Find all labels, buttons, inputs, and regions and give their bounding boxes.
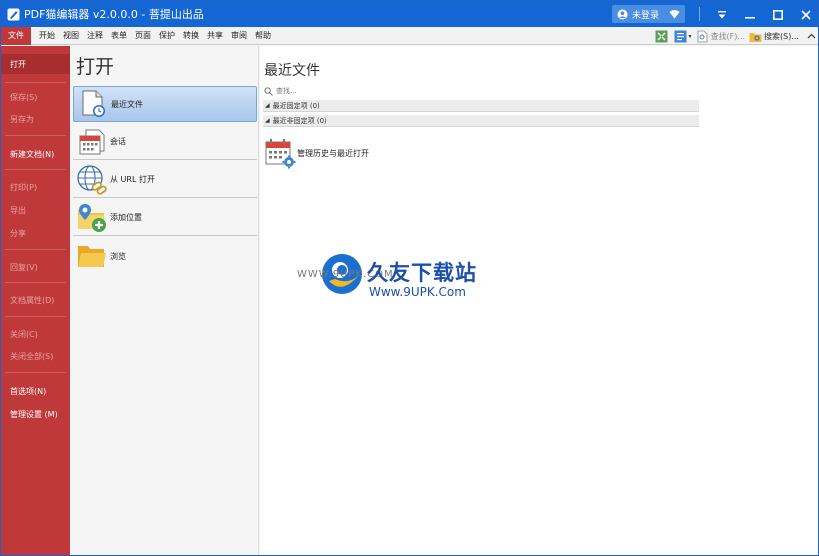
sidebar-divider bbox=[5, 372, 66, 373]
group-label: 最近固定项 (0) bbox=[272, 101, 320, 110]
open-option-session[interactable]: 会话 bbox=[73, 124, 257, 160]
menu-home[interactable]: 开始 bbox=[36, 27, 58, 45]
menu-file[interactable]: 文件 bbox=[1, 26, 31, 45]
recent-files-icon bbox=[76, 87, 110, 121]
title-bar: PDF猫编辑器 v2.0.0.0 - 菩提山出品 未登录 bbox=[1, 1, 818, 27]
menu-bar: 文件 开始 视图 注释 表单 页面 保护 转换 共享 审阅 帮助 ▾ 查找(F)… bbox=[1, 26, 818, 45]
expand-triangle-icon: ◢ bbox=[265, 102, 270, 109]
menu-form[interactable]: 表单 bbox=[108, 27, 130, 45]
sidebar-divider bbox=[5, 282, 66, 283]
menu-help[interactable]: 帮助 bbox=[252, 27, 274, 45]
sidebar-item-save-as[interactable]: 另存为 bbox=[1, 111, 70, 127]
menu-convert[interactable]: 转换 bbox=[180, 27, 202, 45]
document-options-button[interactable]: ▾ bbox=[674, 30, 692, 43]
find-label: 查找(F)... bbox=[710, 31, 746, 41]
sidebar-item-close[interactable]: 关闭(C) bbox=[1, 326, 70, 342]
expand-triangle-icon: ◢ bbox=[265, 117, 270, 124]
sidebar-divider bbox=[5, 82, 66, 83]
open-panel-title: 打开 bbox=[76, 56, 115, 78]
ribbon-options-icon bbox=[717, 5, 727, 24]
title-bar-controls: 未登录 bbox=[611, 1, 818, 27]
find-icon bbox=[696, 30, 709, 43]
close-icon bbox=[801, 5, 811, 24]
sidebar-item-save[interactable]: 保存(S) bbox=[1, 89, 70, 105]
close-button[interactable] bbox=[792, 1, 818, 27]
maximize-icon bbox=[773, 5, 783, 24]
sidebar-item-preferences[interactable]: 首选项(N) bbox=[1, 383, 70, 399]
menu-view[interactable]: 视图 bbox=[60, 27, 82, 45]
menu-page[interactable]: 页面 bbox=[132, 27, 154, 45]
recent-search-placeholder: 查找... bbox=[276, 87, 297, 95]
sidebar-item-document-properties[interactable]: 文档属性(D) bbox=[1, 292, 70, 308]
folder-icon bbox=[75, 239, 109, 273]
open-option-recent-files[interactable]: 最近文件 bbox=[73, 86, 257, 122]
manage-history-label: 管理历史与最近打开 bbox=[297, 148, 369, 158]
open-option-add-location[interactable]: 添加位置 bbox=[73, 200, 257, 236]
globe-link-icon bbox=[75, 163, 109, 197]
menu-review[interactable]: 审阅 bbox=[228, 27, 250, 45]
minimize-icon bbox=[745, 5, 755, 24]
user-avatar-icon bbox=[617, 9, 628, 20]
group-label: 最近非固定项 (0) bbox=[272, 116, 327, 125]
collapse-ribbon-button[interactable] bbox=[807, 32, 816, 41]
sidebar-item-reply[interactable]: 回复(V) bbox=[1, 259, 70, 275]
group-pinned-recent[interactable]: ◢ 最近固定项 (0) bbox=[263, 100, 699, 112]
menu-tools: ▾ 查找(F)... 搜索(S)... bbox=[651, 27, 816, 45]
window-title: PDF猫编辑器 v2.0.0.0 - 菩提山出品 bbox=[24, 8, 204, 21]
menu-protect[interactable]: 保护 bbox=[156, 27, 178, 45]
recent-search-input[interactable]: 查找... bbox=[264, 86, 297, 96]
sidebar-item-share[interactable]: 分享 bbox=[1, 225, 70, 241]
open-option-label: 浏览 bbox=[110, 251, 126, 261]
sidebar-item-new-document[interactable]: 新建文档(N) bbox=[1, 146, 70, 162]
ribbon-options-button[interactable] bbox=[708, 1, 736, 27]
watermark-url-text: Www.9UPK.Com bbox=[369, 285, 466, 299]
search-button[interactable]: 搜索(S)... bbox=[749, 30, 799, 43]
open-option-browse[interactable]: 浏览 bbox=[73, 238, 257, 274]
sidebar-item-open[interactable]: 打开 bbox=[1, 54, 70, 74]
recent-panel-title: 最近文件 bbox=[264, 63, 320, 79]
sidebar-item-close-all[interactable]: 关闭全部(S) bbox=[1, 348, 70, 364]
watermark-main-text: 久友下载站 bbox=[367, 261, 477, 285]
manage-history-button[interactable]: 管理历史与最近打开 bbox=[263, 136, 369, 170]
minimize-button[interactable] bbox=[736, 1, 764, 27]
search-label: 搜索(S)... bbox=[764, 31, 799, 41]
file-sidebar: 打开 保存(S) 另存为 新建文档(N) 打印(P) 导出 分享 回复(V) 文… bbox=[1, 46, 70, 555]
sidebar-item-export[interactable]: 导出 bbox=[1, 202, 70, 218]
sidebar-divider bbox=[5, 249, 66, 250]
sidebar-item-print[interactable]: 打印(P) bbox=[1, 179, 70, 195]
sidebar-item-manage-settings[interactable]: 管理设置 (M) bbox=[1, 406, 70, 422]
open-option-from-url[interactable]: 从 URL 打开 bbox=[73, 162, 257, 198]
fit-page-button[interactable] bbox=[655, 30, 670, 43]
maximize-button[interactable] bbox=[764, 1, 792, 27]
open-option-label: 添加位置 bbox=[110, 213, 142, 222]
dropdown-arrow-icon: ▾ bbox=[688, 32, 692, 40]
search-folder-icon bbox=[749, 30, 762, 43]
watermark-overlay: WWW.9UPK.COM 久友下载站 Www.9UPK.Com bbox=[297, 233, 523, 325]
calendar-settings-icon bbox=[263, 136, 297, 170]
open-option-label: 最近文件 bbox=[111, 99, 143, 109]
menu-share[interactable]: 共享 bbox=[204, 27, 226, 45]
open-option-label: 会话 bbox=[110, 137, 126, 146]
chevron-up-icon bbox=[807, 32, 816, 41]
search-icon bbox=[264, 86, 273, 96]
user-login-label: 未登录 bbox=[631, 10, 659, 21]
group-unpinned-recent[interactable]: ◢ 最近非固定项 (0) bbox=[263, 115, 699, 127]
sidebar-divider bbox=[5, 169, 66, 170]
user-login-button[interactable]: 未登录 bbox=[611, 5, 685, 23]
app-window: PDF猫编辑器 v2.0.0.0 - 菩提山出品 未登录 文件 开始 视图 注释… bbox=[0, 0, 819, 556]
add-location-icon bbox=[75, 201, 109, 235]
title-separator bbox=[699, 7, 700, 21]
document-options-icon bbox=[674, 30, 687, 43]
menu-comment[interactable]: 注释 bbox=[84, 27, 106, 45]
fit-page-icon bbox=[655, 30, 668, 43]
sidebar-divider bbox=[5, 316, 66, 317]
wifi-icon bbox=[669, 9, 680, 19]
open-options-panel: 打开 最近文件 会话 从 URL 打开 添加位置 浏览 bbox=[70, 46, 259, 555]
open-option-label: 从 URL 打开 bbox=[110, 175, 155, 184]
session-icon bbox=[75, 125, 109, 159]
sidebar-divider bbox=[5, 135, 66, 136]
find-button[interactable]: 查找(F)... bbox=[696, 30, 745, 43]
app-logo-icon bbox=[6, 7, 20, 21]
